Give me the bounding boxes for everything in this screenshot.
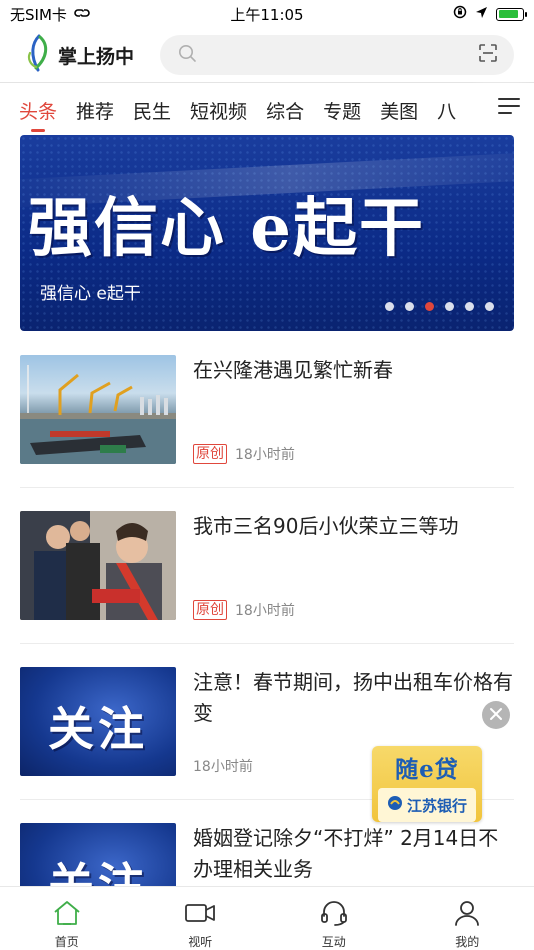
battery-icon [496, 7, 527, 21]
app-logo[interactable]: 掌上扬中 [22, 33, 142, 77]
floating-ad[interactable]: 随e贷 江苏银行 [372, 746, 482, 822]
news-body: 我市三名90后小伙荣立三等功 原创 18小时前 [193, 511, 514, 620]
header-divider [0, 82, 534, 83]
nav-label: 互动 [321, 935, 346, 949]
nav-label: 我的 [455, 935, 480, 949]
news-item[interactable]: 在兴隆港遇见繁忙新春 原创 18小时前 [20, 355, 514, 464]
news-body: 在兴隆港遇见繁忙新春 原创 18小时前 [193, 355, 514, 464]
tab-livelihood[interactable]: 民生 [133, 90, 171, 130]
news-thumbnail-focus: 关注 [20, 667, 176, 776]
carousel-dot[interactable] [405, 302, 414, 311]
carousel-indicator [385, 302, 494, 311]
status-bar: 无SIM卡 上午11:05 [0, 0, 534, 28]
home-icon [52, 900, 82, 929]
list-divider [20, 643, 514, 644]
original-tag: 原创 [193, 444, 227, 464]
menu-icon [497, 97, 521, 119]
news-item[interactable]: 我市三名90后小伙荣立三等功 原创 18小时前 [20, 511, 514, 620]
ad-bank-name: 江苏银行 [406, 796, 467, 815]
tab-special[interactable]: 专题 [323, 90, 361, 130]
thumbnail-text: 关注 [48, 702, 148, 756]
status-right [453, 5, 527, 23]
orientation-lock-icon [453, 5, 467, 23]
bottom-nav: 首页 视听 互动 我的 [0, 886, 534, 950]
original-tag: 原创 [193, 600, 227, 620]
nav-home[interactable]: 首页 [0, 887, 134, 950]
status-left: 无SIM卡 [10, 4, 91, 25]
bank-logo-icon [387, 795, 403, 815]
news-meta: 原创 18小时前 [193, 600, 295, 620]
carousel-dot-active[interactable] [425, 302, 434, 311]
link-icon [73, 5, 91, 23]
banner-caption: 强信心 e起干 [40, 284, 141, 304]
user-icon [452, 900, 482, 929]
news-title: 在兴隆港遇见繁忙新春 [193, 358, 393, 382]
news-title: 婚姻登记除夕“不打烊” 2月14日不办理相关业务 [193, 826, 499, 881]
carousel-dot[interactable] [465, 302, 474, 311]
carousel-dot[interactable] [385, 302, 394, 311]
news-title: 注意！春节期间，扬中出租车价格有变 [193, 670, 513, 725]
news-thumbnail-port [20, 355, 176, 464]
tab-recommend[interactable]: 推荐 [76, 90, 114, 130]
video-icon [184, 900, 216, 929]
news-meta: 18小时前 [193, 756, 253, 776]
banner-headline-art: 强信心 e起干 [28, 191, 425, 266]
tab-short-video[interactable]: 短视频 [190, 90, 247, 130]
headset-icon [319, 900, 349, 929]
tab-more-channel[interactable]: 八 [437, 90, 456, 130]
news-time: 18小时前 [193, 759, 253, 775]
banner-carousel[interactable]: 强信心 e起干 强信心 e起干 [20, 135, 514, 331]
nav-mine[interactable]: 我的 [401, 887, 534, 950]
tab-headline[interactable]: 头条 [19, 90, 57, 132]
logo-text: 掌上扬中 [58, 45, 135, 68]
news-time: 18小时前 [235, 603, 295, 619]
channel-menu-button[interactable] [484, 88, 534, 128]
list-divider [20, 487, 514, 488]
location-arrow-icon [475, 5, 488, 23]
news-thumbnail-people [20, 511, 176, 620]
nav-interact[interactable]: 互动 [267, 887, 401, 950]
ad-close-button[interactable] [482, 701, 510, 729]
app-header: 掌上扬中 [0, 30, 534, 80]
nav-label: 首页 [54, 935, 79, 949]
scan-icon[interactable] [478, 43, 498, 67]
news-title: 我市三名90后小伙荣立三等功 [193, 514, 459, 538]
search-icon [178, 44, 197, 67]
search-box[interactable] [160, 35, 514, 75]
news-meta: 原创 18小时前 [193, 444, 295, 464]
search-input[interactable] [207, 47, 468, 63]
nav-video[interactable]: 视听 [134, 887, 268, 950]
nav-label: 视听 [188, 935, 213, 949]
ad-title: 随e贷 [395, 756, 459, 783]
tab-gallery[interactable]: 美图 [380, 90, 418, 130]
news-time: 18小时前 [235, 447, 295, 463]
carrier-text: 无SIM卡 [10, 5, 67, 24]
tab-general[interactable]: 综合 [266, 90, 304, 130]
channel-tabs: 头条 推荐 民生 短视频 综合 专题 美图 八 [0, 88, 534, 132]
close-icon [489, 706, 503, 725]
carousel-dot[interactable] [485, 302, 494, 311]
ad-bank: 江苏银行 [378, 788, 476, 822]
carousel-dot[interactable] [445, 302, 454, 311]
logo-leaf-icon [22, 33, 56, 77]
